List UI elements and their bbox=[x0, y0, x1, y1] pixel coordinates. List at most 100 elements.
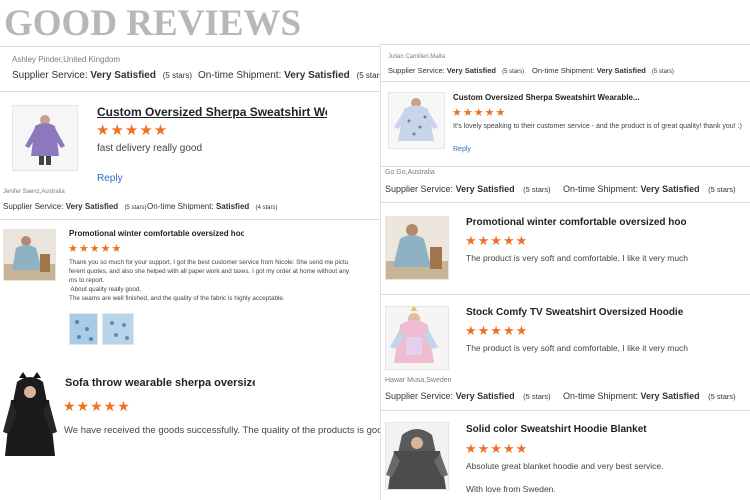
shipment-value: Very Satisfied bbox=[640, 391, 700, 401]
divider bbox=[0, 46, 381, 47]
hoodie-photo-icon bbox=[3, 372, 57, 458]
shipment-value: Very Satisfied bbox=[284, 70, 350, 81]
shipment-stars: (5 stars) bbox=[708, 392, 736, 401]
product-link[interactable]: Custom Oversized Sherpa Sweatshirt Weara… bbox=[453, 93, 653, 102]
supplier-service-value: Very Satisfied bbox=[65, 202, 119, 211]
review-text: It's lovely speaking to their customer s… bbox=[453, 123, 742, 130]
supplier-service-label: Supplier Service: bbox=[385, 184, 454, 194]
reviewer-name: Jenifer Saenz,Australia bbox=[3, 189, 65, 195]
reviewer-name: Julian Camilleri,Malta bbox=[388, 54, 446, 60]
supplier-service-value: Very Satisfied bbox=[446, 66, 496, 75]
hoodie-photo-icon bbox=[386, 423, 448, 489]
product-link[interactable]: Stock Comfy TV Sweatshirt Oversized Hood… bbox=[466, 307, 686, 318]
product-link[interactable]: Custom Oversized Sherpa Sweatshirt Weara… bbox=[97, 105, 327, 119]
supplier-service-stars: (5 stars) bbox=[523, 392, 551, 401]
review-text-line: With love from Sweden. bbox=[466, 484, 556, 494]
review-text: The product is very soft and comfortable… bbox=[466, 253, 689, 263]
supplier-service-stars: (5 stars) bbox=[124, 205, 147, 211]
shipment-value: Very Satisfied bbox=[640, 184, 700, 194]
divider bbox=[0, 91, 381, 92]
divider bbox=[380, 202, 750, 203]
review-text-line: ms to report. bbox=[69, 277, 105, 284]
shipment-label: On-time Shipment: bbox=[147, 202, 214, 211]
left-review-panel: Ashley Pinder,United Kingdom Supplier Se… bbox=[0, 46, 381, 500]
rating-summary: On-time Shipment: Very Satisfied (5 star… bbox=[563, 391, 736, 401]
fabric-photo-icon bbox=[70, 314, 97, 344]
hoodie-photo-icon bbox=[386, 217, 448, 279]
product-thumbnail[interactable] bbox=[385, 216, 449, 280]
star-rating: ★★★★★ bbox=[68, 243, 123, 255]
right-review-panel: Julian Camilleri,Malta Supplier Service:… bbox=[380, 44, 750, 500]
star-rating: ★★★★★ bbox=[465, 323, 529, 338]
star-rating: ★★★★★ bbox=[465, 233, 529, 248]
page-title: GOOD REVIEWS bbox=[4, 3, 302, 44]
divider bbox=[380, 44, 750, 45]
divider bbox=[0, 219, 381, 220]
supplier-service-stars: (5 stars) bbox=[502, 69, 525, 75]
shipment-stars: (5 stars) bbox=[651, 69, 674, 75]
rating-summary: Supplier Service: Very Satisfied (5 star… bbox=[388, 66, 524, 75]
supplier-service-label: Supplier Service: bbox=[388, 66, 445, 75]
rating-summary: Supplier Service: Very Satisfied (5 star… bbox=[3, 202, 146, 211]
supplier-service-value: Very Satisfied bbox=[90, 70, 156, 81]
product-thumbnail[interactable] bbox=[12, 105, 78, 171]
panel-border bbox=[380, 44, 381, 500]
shipment-stars: (5 stars) bbox=[356, 71, 381, 80]
reviewer-name: Hawar Musa,Sweden bbox=[385, 377, 452, 384]
rating-summary: On-time Shipment: Satisfied (4 stars) bbox=[147, 202, 278, 211]
rating-summary: Supplier Service: Very Satisfied (5 star… bbox=[385, 391, 551, 401]
divider bbox=[380, 166, 750, 167]
product-link[interactable]: Promotional winter comfortable oversized… bbox=[466, 217, 686, 228]
review-photo[interactable] bbox=[69, 313, 98, 345]
rating-summary: Supplier Service: Very Satisfied (5 star… bbox=[12, 70, 192, 81]
supplier-service-label: Supplier Service: bbox=[385, 391, 454, 401]
product-thumbnail[interactable] bbox=[3, 372, 57, 458]
review-text: fast delivery really good bbox=[97, 143, 203, 154]
fabric-photo-icon bbox=[103, 314, 133, 344]
product-thumbnail[interactable] bbox=[385, 306, 449, 370]
rating-summary: On-time Shipment: Very Satisfied (5 star… bbox=[563, 184, 736, 194]
supplier-service-value: Very Satisfied bbox=[455, 184, 515, 194]
shipment-stars: (4 stars) bbox=[255, 205, 278, 211]
hoodie-photo-icon bbox=[4, 230, 55, 280]
shipment-label: On-time Shipment: bbox=[563, 184, 639, 194]
rating-summary: On-time Shipment: Very Satisfied (5 star… bbox=[198, 70, 381, 81]
supplier-service-value: Very Satisfied bbox=[455, 391, 515, 401]
hoodie-photo-icon bbox=[386, 307, 448, 369]
divider bbox=[380, 410, 750, 411]
review-text-line: The seams are well finished, and the qua… bbox=[69, 295, 285, 302]
review-text: We have received the goods successfully.… bbox=[64, 425, 381, 436]
rating-summary: Supplier Service: Very Satisfied (5 star… bbox=[385, 184, 551, 194]
product-link[interactable]: Promotional winter comfortable oversized… bbox=[69, 229, 244, 238]
product-thumbnail[interactable] bbox=[388, 92, 445, 149]
review-text-line: About quality really good, bbox=[69, 286, 142, 293]
product-thumbnail[interactable] bbox=[3, 229, 56, 281]
supplier-service-label: Supplier Service: bbox=[3, 202, 64, 211]
review-text: The product is very soft and comfortable… bbox=[466, 343, 689, 353]
rating-summary: On-time Shipment: Very Satisfied (5 star… bbox=[532, 66, 674, 75]
review-text-line: ferent quotes, and also she helped with … bbox=[69, 268, 350, 275]
hoodie-photo-icon bbox=[13, 106, 77, 170]
star-rating: ★★★★★ bbox=[63, 398, 131, 414]
star-rating: ★★★★★ bbox=[96, 122, 169, 139]
supplier-service-label: Supplier Service: bbox=[12, 70, 88, 81]
shipment-label: On-time Shipment: bbox=[532, 66, 595, 75]
hoodie-photo-icon bbox=[389, 93, 444, 148]
divider bbox=[380, 81, 750, 82]
review-text-line: Absolute great blanket hoodie and very b… bbox=[466, 461, 664, 471]
star-rating: ★★★★★ bbox=[465, 441, 529, 456]
shipment-stars: (5 stars) bbox=[708, 185, 736, 194]
reply-link[interactable]: Reply bbox=[97, 173, 123, 184]
reply-link[interactable]: Reply bbox=[453, 146, 471, 153]
shipment-value: Very Satisfied bbox=[596, 66, 646, 75]
shipment-label: On-time Shipment: bbox=[198, 70, 282, 81]
star-rating: ★★★★★ bbox=[452, 107, 507, 119]
product-thumbnail[interactable] bbox=[385, 422, 449, 490]
product-link[interactable]: Solid color Sweatshirt Hoodie Blanket bbox=[466, 424, 706, 435]
divider bbox=[380, 294, 750, 295]
supplier-service-stars: (5 stars) bbox=[162, 71, 193, 80]
review-photo[interactable] bbox=[102, 313, 134, 345]
reviewer-name: Go Go,Australia bbox=[385, 169, 435, 176]
supplier-service-stars: (5 stars) bbox=[523, 185, 551, 194]
product-link[interactable]: Sofa throw wearable sherpa oversize hood… bbox=[65, 377, 255, 389]
